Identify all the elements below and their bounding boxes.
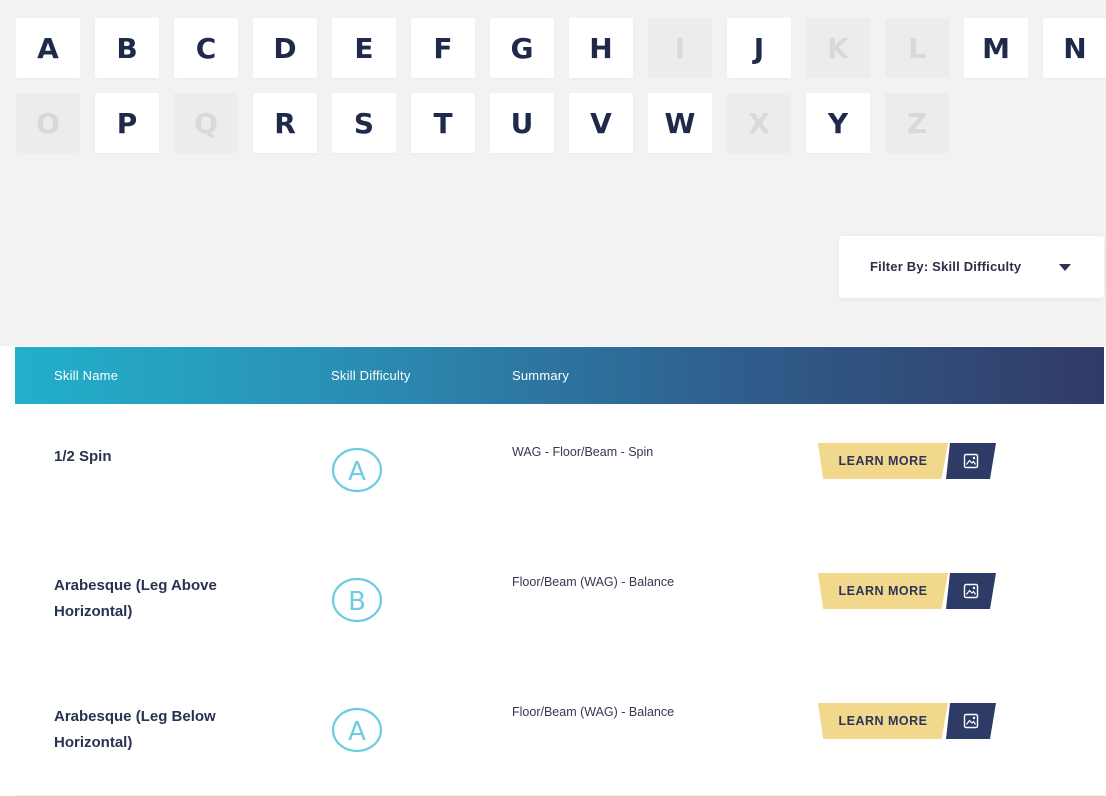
letter-b[interactable]: B [95, 18, 159, 78]
image-icon [963, 583, 979, 599]
difficulty-badge: B [331, 577, 383, 623]
letter-o: O [16, 93, 80, 153]
letter-w[interactable]: W [648, 93, 712, 153]
letter-t[interactable]: T [411, 93, 475, 153]
table-row: Arabesque (Leg Below Horizontal) A Floor… [15, 665, 1104, 796]
learn-more-button[interactable]: LEARN MORE [818, 443, 948, 479]
letter-z: Z [885, 93, 949, 153]
letter-l: L [885, 18, 949, 78]
column-header-skill-difficulty: Skill Difficulty [331, 368, 411, 383]
difficulty-letter: A [348, 717, 366, 747]
difficulty-badge: A [331, 447, 383, 493]
letter-p[interactable]: P [95, 93, 159, 153]
caret-down-icon [1059, 264, 1071, 271]
letter-n[interactable]: N [1043, 18, 1106, 78]
letter-x: X [727, 93, 791, 153]
image-icon [963, 453, 979, 469]
letter-h[interactable]: H [569, 18, 633, 78]
column-header-summary: Summary [512, 368, 570, 383]
alphabet-filter-area: A B C D E F G H I J K L M N O P Q R S T … [0, 0, 1106, 346]
skill-name: Arabesque (Leg Above Horizontal) [54, 577, 217, 620]
alphabet-row-1: A B C D E F G H I J K L M N [16, 18, 1106, 78]
skill-summary: WAG - Floor/Beam - Spin [512, 445, 654, 459]
skill-summary: Floor/Beam (WAG) - Balance [512, 575, 675, 589]
letter-g[interactable]: G [490, 18, 554, 78]
filter-label: Filter By: Skill Difficulty [870, 259, 1022, 274]
alphabet-row-2: O P Q R S T U V W X Y Z [16, 93, 964, 153]
learn-more-button[interactable]: LEARN MORE [818, 703, 948, 739]
learn-more-button[interactable]: LEARN MORE [818, 573, 948, 609]
filter-dropdown[interactable]: Filter By: Skill Difficulty [839, 236, 1104, 298]
letter-j[interactable]: J [727, 18, 791, 78]
letter-c[interactable]: C [174, 18, 238, 78]
skill-name: 1/2 Spin [54, 448, 112, 465]
letter-a[interactable]: A [16, 18, 80, 78]
difficulty-letter: B [348, 587, 366, 617]
image-icon-button[interactable] [946, 703, 996, 739]
letter-f[interactable]: F [411, 18, 475, 78]
table-row: 1/2 Spin A WAG - Floor/Beam - Spin LEARN… [15, 405, 1104, 536]
table-row: Arabesque (Leg Above Horizontal) B Floor… [15, 535, 1104, 666]
skill-name: Arabesque (Leg Below Horizontal) [54, 708, 216, 751]
column-header-skill-name: Skill Name [54, 368, 119, 383]
letter-v[interactable]: V [569, 93, 633, 153]
image-icon [963, 713, 979, 729]
image-icon-button[interactable] [946, 443, 996, 479]
letter-k: K [806, 18, 870, 78]
letter-u[interactable]: U [490, 93, 554, 153]
difficulty-letter: A [348, 457, 366, 487]
letter-m[interactable]: M [964, 18, 1028, 78]
letter-q: Q [174, 93, 238, 153]
letter-s[interactable]: S [332, 93, 396, 153]
skill-summary: Floor/Beam (WAG) - Balance [512, 705, 675, 719]
letter-e[interactable]: E [332, 18, 396, 78]
image-icon-button[interactable] [946, 573, 996, 609]
letter-i: I [648, 18, 712, 78]
difficulty-badge: A [331, 707, 383, 753]
letter-r[interactable]: R [253, 93, 317, 153]
letter-d[interactable]: D [253, 18, 317, 78]
table-header: Skill Name Skill Difficulty Summary [15, 347, 1104, 404]
letter-y[interactable]: Y [806, 93, 870, 153]
